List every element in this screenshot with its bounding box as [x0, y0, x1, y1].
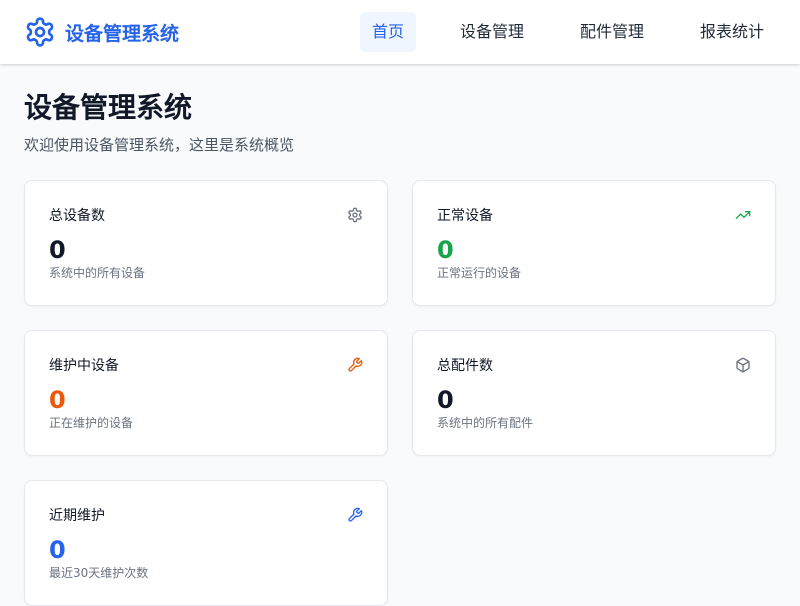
- page-subtitle: 欢迎使用设备管理系统，这里是系统概览: [24, 136, 295, 154]
- nav-item-parts[interactable]: 配件管理: [568, 12, 656, 52]
- gear-icon: [347, 207, 363, 223]
- brand-name: 设备管理系统: [65, 22, 180, 45]
- card-title: 维护中设备: [49, 358, 119, 374]
- card-description: 正在维护的设备: [49, 416, 134, 430]
- card-value: 0: [49, 536, 66, 564]
- card-value: 0: [49, 386, 66, 414]
- card-description: 最近30天维护次数: [49, 566, 149, 580]
- stat-card-normal-devices: 正常设备 0 正常运行的设备: [412, 180, 776, 306]
- card-description: 系统中的所有配件: [437, 416, 534, 430]
- package-icon: [735, 357, 751, 373]
- top-navbar: 设备管理系统 首页 设备管理 配件管理 报表统计: [0, 0, 800, 64]
- card-title: 总配件数: [437, 358, 493, 374]
- card-value: 0: [437, 386, 454, 414]
- card-value: 0: [437, 236, 454, 264]
- nav-item-devices[interactable]: 设备管理: [448, 12, 536, 52]
- card-value: 0: [49, 236, 66, 264]
- trending-up-icon: [735, 207, 751, 223]
- stat-card-total-devices: 总设备数 0 系统中的所有设备: [24, 180, 388, 306]
- stat-card-total-parts: 总配件数 0 系统中的所有配件: [412, 330, 776, 456]
- card-title: 总设备数: [49, 208, 105, 224]
- nav-item-reports[interactable]: 报表统计: [688, 12, 776, 52]
- card-title: 正常设备: [437, 208, 493, 224]
- wrench-icon: [347, 357, 363, 373]
- card-description: 系统中的所有设备: [49, 266, 146, 280]
- nav-item-home[interactable]: 首页: [360, 12, 416, 52]
- card-title: 近期维护: [49, 508, 105, 524]
- gear-icon: [26, 17, 54, 47]
- stat-card-recent-maintenance: 近期维护 0 最近30天维护次数: [24, 480, 388, 606]
- stat-card-maintenance-devices: 维护中设备 0 正在维护的设备: [24, 330, 388, 456]
- wrench-icon: [347, 507, 363, 523]
- brand[interactable]: 设备管理系统: [24, 16, 179, 48]
- card-description: 正常运行的设备: [437, 266, 522, 280]
- page-title: 设备管理系统: [24, 91, 193, 124]
